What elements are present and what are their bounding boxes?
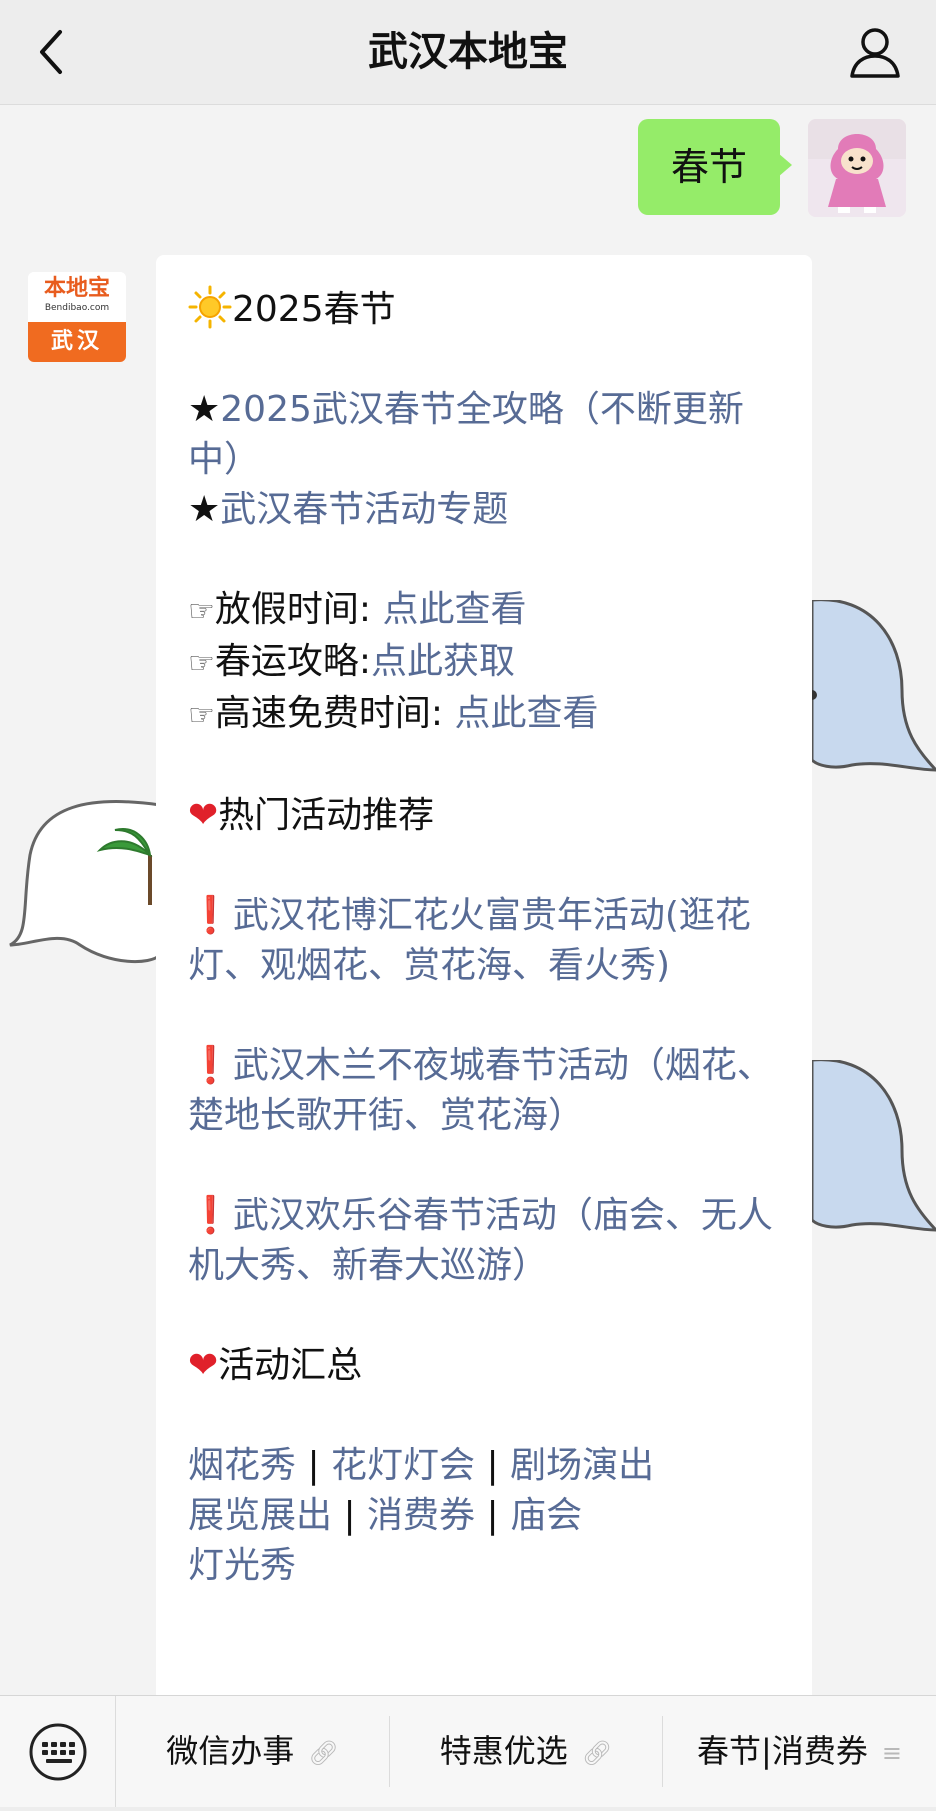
hot-title-row: ❤热门活动推荐 xyxy=(188,791,788,841)
exclamation-icon: ❗ xyxy=(188,1195,233,1236)
palm-bubble-illustration xyxy=(9,800,160,964)
message-text: 2025春节 ★2025武汉春节全攻略（不断更新中） ★武汉春节活动专题 ☞放假… xyxy=(188,285,788,1591)
brand-site: Bendibao.com xyxy=(44,303,110,313)
menu-item-label: 特惠优选 xyxy=(439,1732,568,1770)
account-avatar[interactable]: 本地宝 Bendibao.com 武汉 xyxy=(28,272,126,362)
summary-link[interactable]: 剧场演出 xyxy=(510,1445,654,1486)
pointing-hand-icon: ☞ xyxy=(188,698,215,733)
summary-links-row-3: 灯光秀 xyxy=(188,1541,788,1591)
menu-lines-icon: ≡ xyxy=(881,1738,902,1767)
holiday-link[interactable]: 点此查看 xyxy=(382,589,526,630)
hot-item-link[interactable]: 武汉欢乐谷春节活动（庙会、无人机大秀、新春大巡游） xyxy=(188,1195,773,1286)
travel-row: ☞春运攻略:点此获取 xyxy=(188,637,788,689)
summary-links-row-1: 烟花秀 | 花灯灯会 | 剧场演出 xyxy=(188,1441,788,1491)
highway-link[interactable]: 点此查看 xyxy=(454,693,598,734)
summary-title-row: ❤活动汇总 xyxy=(188,1341,788,1391)
received-message-bubble: 2025春节 ★2025武汉春节全攻略（不断更新中） ★武汉春节活动专题 ☞放假… xyxy=(156,255,812,1695)
menu-item-spring-festival[interactable]: 春节|消费券 ≡ xyxy=(663,1696,936,1807)
bottom-menu-bar: 微信办事 🔗︎ 特惠优选 🔗︎ 春节|消费券 ≡ xyxy=(0,1695,936,1807)
highway-label: 高速免费时间: xyxy=(214,693,455,734)
menu-item-deals[interactable]: 特惠优选 🔗︎ xyxy=(390,1696,662,1807)
star-icon: ★ xyxy=(188,389,221,430)
summary-link[interactable]: 烟花秀 xyxy=(188,1445,296,1486)
profile-button[interactable] xyxy=(844,22,906,84)
summary-link[interactable]: 庙会 xyxy=(510,1495,582,1536)
hot-title: 热门活动推荐 xyxy=(218,795,435,836)
topic-link[interactable]: 武汉春节活动专题 xyxy=(220,489,508,530)
keyboard-toggle-button[interactable] xyxy=(0,1696,116,1807)
summary-link[interactable]: 消费券 xyxy=(367,1495,475,1536)
pointing-hand-icon: ☞ xyxy=(188,594,215,629)
exclamation-icon: ❗ xyxy=(188,895,233,936)
topic-row: ★武汉春节活动专题 xyxy=(188,485,788,535)
link-separator: | xyxy=(475,1445,511,1486)
link-separator: | xyxy=(332,1495,368,1536)
whale-bubble-illustration-top xyxy=(812,600,936,772)
user-avatar[interactable] xyxy=(808,119,906,217)
travel-label: 春运攻略: xyxy=(214,641,372,682)
message-heading: 2025春节 xyxy=(188,285,788,335)
hot-item: ❗武汉花博汇花火富贵年活动(逛花灯、观烟花、赏花海、看火秀) xyxy=(188,891,788,991)
link-separator: | xyxy=(475,1495,511,1536)
sent-message-bubble[interactable]: 春节 xyxy=(638,119,780,215)
user-profile-icon xyxy=(850,28,900,78)
heading-text: 2025春节 xyxy=(232,289,396,330)
summary-link[interactable]: 花灯灯会 xyxy=(331,1445,475,1486)
holiday-label: 放假时间: xyxy=(214,589,383,630)
star-icon: ★ xyxy=(188,489,221,530)
pointing-hand-icon: ☞ xyxy=(188,646,215,681)
menu-item-label: 微信办事 xyxy=(166,1732,295,1770)
travel-link[interactable]: 点此获取 xyxy=(371,641,515,682)
highway-row: ☞高速免费时间: 点此查看 xyxy=(188,689,788,741)
avatar-city-label: 武汉 xyxy=(28,322,126,362)
heart-icon: ❤ xyxy=(188,795,219,836)
hot-item-link[interactable]: 武汉木兰不夜城春节活动（烟花、楚地长歌开街、赏花海） xyxy=(188,1045,773,1136)
guide-row: ★2025武汉春节全攻略（不断更新中） xyxy=(188,385,788,485)
brand-logo: 本地宝 xyxy=(43,276,110,301)
cartoon-avatar-icon xyxy=(808,119,906,217)
sun-icon xyxy=(188,285,232,329)
bubble-tail xyxy=(778,153,792,177)
link-separator: | xyxy=(296,1445,332,1486)
page-title: 武汉本地宝 xyxy=(368,29,568,75)
heart-icon: ❤ xyxy=(188,1345,219,1386)
guide-link[interactable]: 2025武汉春节全攻略（不断更新中） xyxy=(188,389,744,480)
hot-item: ❗武汉木兰不夜城春节活动（烟花、楚地长歌开街、赏花海） xyxy=(188,1041,788,1141)
summary-link[interactable]: 展览展出 xyxy=(188,1495,332,1536)
summary-links-row-2: 展览展出 | 消费券 | 庙会 xyxy=(188,1491,788,1541)
chat-area[interactable]: 春节 本地宝 Bendibao.com 武汉 2025春节 ★2025武汉春节全… xyxy=(0,105,936,1695)
exclamation-icon: ❗ xyxy=(188,1045,233,1086)
hot-item-link[interactable]: 武汉花博汇花火富贵年活动(逛花灯、观烟花、赏花海、看火秀) xyxy=(188,895,751,986)
menu-item-label: 春节|消费券 xyxy=(697,1732,868,1770)
summary-link[interactable]: 灯光秀 xyxy=(188,1545,296,1586)
avatar-logo-area: 本地宝 Bendibao.com xyxy=(28,272,126,322)
holiday-row: ☞放假时间: 点此查看 xyxy=(188,585,788,637)
link-icon: 🔗︎ xyxy=(581,1738,613,1767)
hot-item: ❗武汉欢乐谷春节活动（庙会、无人机大秀、新春大巡游） xyxy=(188,1191,788,1291)
summary-title: 活动汇总 xyxy=(218,1345,363,1386)
menu-item-wechat-service[interactable]: 微信办事 🔗︎ xyxy=(116,1696,389,1807)
whale-bubble-illustration-bottom xyxy=(812,1060,936,1232)
nav-header: 武汉本地宝 xyxy=(0,0,936,105)
link-icon: 🔗︎ xyxy=(308,1738,339,1767)
keyboard-icon xyxy=(29,1723,87,1781)
